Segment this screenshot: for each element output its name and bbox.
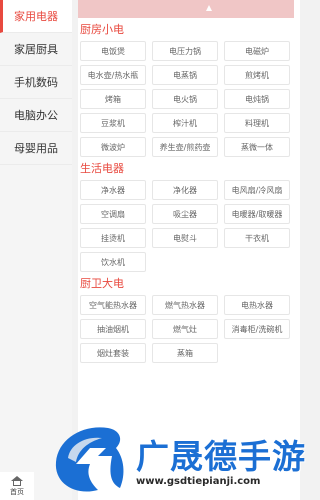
home-icon [11,475,23,486]
category-content: 厨房小电 电饭煲 电压力锅 电磁炉 电水壶/热水瓶 电蒸锅 煎烤机 烤箱 电火锅… [78,0,300,500]
section-title: 厨房小电 [80,23,124,36]
category-chip[interactable]: 电蒸锅 [152,65,218,85]
home-label: 首页 [10,487,24,496]
section-kitchen-large: 厨卫大电 空气能热水器 燃气热水器 电热水器 抽油烟机 燃气灶 消毒柜/洗碗机 … [78,276,300,363]
category-chip[interactable]: 空调扇 [80,204,146,224]
section-title: 生活电器 [80,162,124,175]
category-chip[interactable]: 料理机 [224,113,290,133]
category-chip[interactable]: 电火锅 [152,89,218,109]
category-chip[interactable]: 挂烫机 [80,228,146,248]
category-chip[interactable]: 电暖器/取暖器 [224,204,290,224]
category-chip[interactable]: 电风扇/冷风扇 [224,180,290,200]
category-chip[interactable]: 养生壶/煎药壶 [152,137,218,157]
category-chip[interactable]: 饮水机 [80,252,146,272]
sidebar-item-home-kitchen[interactable]: 家居厨具 [0,33,72,66]
category-chip[interactable]: 电炖锅 [224,89,290,109]
section-living-appliances: 生活电器 净水器 净化器 电风扇/冷风扇 空调扇 吸尘器 电暖器/取暖器 挂烫机… [78,161,300,272]
category-chip[interactable]: 燃气热水器 [152,295,218,315]
sidebar-item-mother-baby[interactable]: 母婴用品 [0,132,72,165]
category-chip[interactable]: 烟灶套装 [80,343,146,363]
category-chip[interactable]: 净水器 [80,180,146,200]
category-chip[interactable]: 蒸微一体 [224,137,290,157]
section-kitchen-small: 厨房小电 电饭煲 电压力锅 电磁炉 电水壶/热水瓶 电蒸锅 煎烤机 烤箱 电火锅… [78,22,300,157]
category-chip[interactable]: 电饭煲 [80,41,146,61]
sidebar-item-home-appliances[interactable]: 家用电器 [0,0,72,33]
category-chip[interactable]: 电磁炉 [224,41,290,61]
category-chip[interactable]: 燃气灶 [152,319,218,339]
category-chip[interactable]: 空气能热水器 [80,295,146,315]
category-chip[interactable]: 电熨斗 [152,228,218,248]
category-chip[interactable]: 消毒柜/洗碗机 [224,319,290,339]
sidebar-item-phones-digital[interactable]: 手机数码 [0,66,72,99]
category-chip[interactable]: 吸尘器 [152,204,218,224]
bottom-nav-home[interactable]: 首页 [0,472,34,500]
category-chip[interactable]: 微波炉 [80,137,146,157]
category-chip[interactable]: 豆浆机 [80,113,146,133]
category-chip[interactable]: 电热水器 [224,295,290,315]
category-chip[interactable]: 烤箱 [80,89,146,109]
category-chip[interactable]: 蒸箱 [152,343,218,363]
category-chip[interactable]: 电水壶/热水瓶 [80,65,146,85]
category-banner[interactable] [78,0,294,18]
sidebar-item-computers-office[interactable]: 电脑办公 [0,99,72,132]
category-chip[interactable]: 净化器 [152,180,218,200]
category-chip[interactable]: 抽油烟机 [80,319,146,339]
arrow-up-icon [206,5,212,11]
section-title: 厨卫大电 [80,277,124,290]
category-chip[interactable]: 煎烤机 [224,65,290,85]
category-chip[interactable]: 电压力锅 [152,41,218,61]
category-sidebar: 家用电器 家居厨具 手机数码 电脑办公 母婴用品 [0,0,72,500]
category-chip[interactable]: 干衣机 [224,228,290,248]
category-chip[interactable]: 榨汁机 [152,113,218,133]
